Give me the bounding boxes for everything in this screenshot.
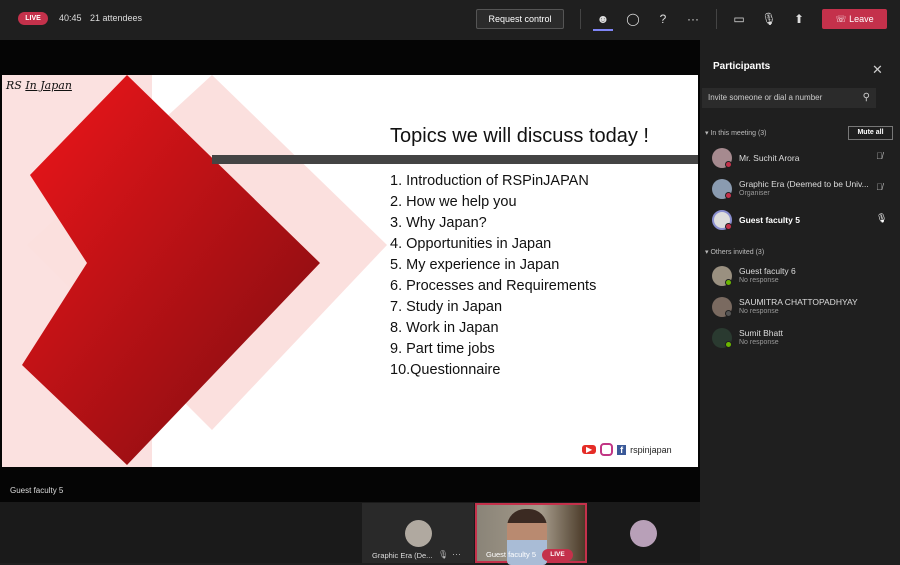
status-dnd-icon: [725, 223, 732, 230]
camera-off-icon[interactable]: ▭: [731, 11, 747, 27]
topic-item: 8. Work in Japan: [390, 320, 499, 336]
participant-name: Guest faculty 6: [739, 266, 796, 276]
participant-row[interactable]: Guest faculty 5 🎙: [712, 207, 900, 235]
status-available-icon: [725, 279, 732, 286]
participants-panel: Participants ✕ Invite someone or dial a …: [700, 40, 900, 563]
panel-title: Participants: [713, 61, 771, 72]
facebook-icon: f: [617, 444, 627, 455]
instagram-icon: [600, 443, 614, 456]
status-busy-icon: [725, 161, 732, 168]
participant-row[interactable]: Mr. Suchit Arora 🎙̸: [712, 145, 900, 173]
avatar-suchit-arora[interactable]: [630, 520, 657, 547]
participant-status: No response: [739, 277, 779, 284]
participants-icon[interactable]: ☻: [595, 11, 611, 27]
attendee-count: 21 attendees: [90, 13, 143, 23]
status-available-icon: [725, 341, 732, 348]
video-strip: [0, 502, 700, 563]
topic-item: 1. Introduction of RSPinJAPAN: [390, 173, 589, 189]
live-badge: LIVE: [542, 549, 573, 561]
divider: [716, 9, 717, 29]
mic-muted-icon: 🎙̸: [876, 182, 883, 192]
presenter-name: Guest faculty 5: [10, 486, 64, 495]
topic-item: 4. Opportunities in Japan: [390, 236, 552, 252]
active-indicator: [593, 29, 613, 31]
participant-status: No response: [739, 339, 779, 346]
youtube-icon: ▶: [582, 445, 597, 454]
invite-input[interactable]: Invite someone or dial a number ⚲: [702, 88, 876, 108]
tile-name: Graphic Era (De...: [372, 551, 433, 560]
participant-role: Organiser: [739, 190, 770, 197]
social-handle: rspinjapan: [630, 444, 672, 455]
participant-row[interactable]: Guest faculty 6 No response: [712, 263, 900, 291]
social-links: ▶ f rspinjapan: [582, 443, 672, 456]
search-icon[interactable]: ⚲: [863, 88, 870, 108]
in-meeting-header[interactable]: ▾ In this meeting (3): [705, 129, 767, 137]
mic-muted-icon: 🎙: [438, 550, 449, 559]
participant-row[interactable]: Sumit Bhatt No response: [712, 325, 900, 353]
topic-item: 3. Why Japan?: [390, 215, 487, 231]
invite-placeholder: Invite someone or dial a number: [708, 93, 823, 102]
participant-row[interactable]: Graphic Era (Deemed to be Univ... Organi…: [712, 176, 900, 204]
topics-list: 1. Introduction of RSPinJAPAN 2. How we …: [390, 173, 596, 383]
close-icon[interactable]: ✕: [872, 62, 883, 78]
request-control-button[interactable]: Request control: [476, 9, 564, 29]
participant-name: Sumit Bhatt: [739, 328, 783, 338]
topic-item: 7. Study in Japan: [390, 299, 503, 315]
mute-all-button[interactable]: Mute all: [848, 126, 893, 140]
more-icon[interactable]: ···: [685, 11, 701, 27]
live-badge: LIVE: [18, 12, 48, 25]
participant-name: SAUMITRA CHATTOPADHYAY: [739, 297, 858, 307]
meeting-toolbar: LIVE 40:45 21 attendees Request control …: [0, 0, 900, 38]
chat-icon[interactable]: ◯: [625, 11, 641, 27]
share-icon[interactable]: ⬆: [791, 11, 807, 27]
video-tile-graphic-era[interactable]: Graphic Era (De... 🎙 ···: [362, 503, 474, 563]
mic-muted-icon: 🎙̸: [876, 151, 883, 161]
mic-off-icon[interactable]: 🎙: [761, 11, 777, 27]
rsp-logo: RS In Japan: [6, 79, 72, 92]
topic-item: 5. My experience in Japan: [390, 257, 560, 273]
meeting-timer: 40:45: [59, 13, 82, 23]
participant-status: No response: [739, 308, 779, 315]
leave-button[interactable]: ☏ Leave: [822, 9, 887, 29]
topic-item: 6. Processes and Requirements: [390, 278, 597, 294]
participant-row[interactable]: SAUMITRA CHATTOPADHYAY No response: [712, 294, 900, 322]
leave-label: Leave: [849, 14, 874, 24]
others-invited-header[interactable]: ▾ Others invited (3): [705, 248, 764, 256]
status-busy-icon: [725, 192, 732, 199]
phone-icon: ☏: [835, 14, 850, 24]
qa-icon[interactable]: ?: [655, 11, 671, 27]
divider: [580, 9, 581, 29]
participant-name: Graphic Era (Deemed to be Univ...: [739, 179, 869, 189]
in-meeting-label: In this meeting (3): [710, 130, 767, 137]
mic-icon: 🎙: [876, 213, 888, 223]
video-tile-guest-faculty-5[interactable]: Guest faculty 5 LIVE: [475, 503, 587, 565]
more-icon[interactable]: ···: [452, 549, 461, 559]
topic-item: 9. Part time jobs: [390, 341, 495, 357]
avatar: [405, 520, 432, 547]
others-invited-label: Others invited (3): [710, 249, 765, 256]
topic-item: 10.Questionnaire: [390, 362, 501, 378]
topic-item: 2. How we help you: [390, 194, 517, 210]
presentation-slide: RS In Japan Topics we will discuss today…: [2, 75, 698, 467]
tile-name: Guest faculty 5: [486, 550, 537, 559]
status-offline-icon: [725, 310, 732, 317]
slide-title: Topics we will discuss today !: [390, 125, 649, 147]
participant-name: Mr. Suchit Arora: [739, 153, 800, 163]
participant-name: Guest faculty 5: [739, 215, 800, 225]
shared-screen: RS In Japan Topics we will discuss today…: [0, 40, 700, 502]
